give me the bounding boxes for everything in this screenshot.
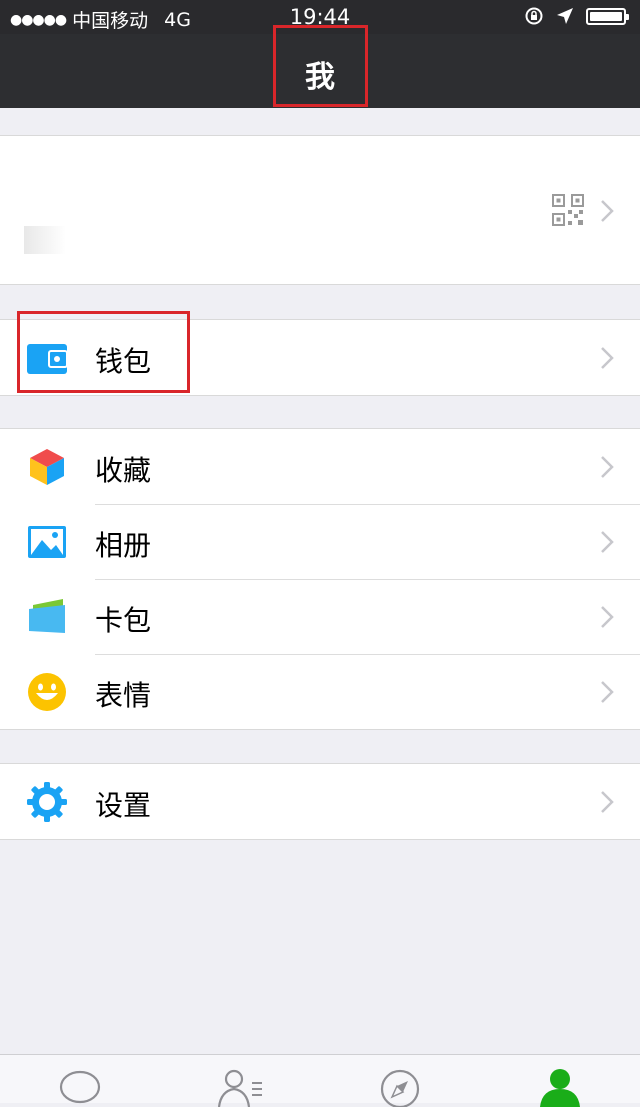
menu-label-settings: 设置	[95, 789, 152, 822]
qr-code-icon[interactable]	[552, 194, 584, 226]
title-highlight-box	[273, 25, 368, 107]
chevron-right-icon	[601, 347, 614, 369]
menu-label-album: 相册	[95, 529, 152, 562]
chevron-right-icon	[601, 531, 614, 553]
settings-card: 设置	[0, 763, 640, 840]
menu-item-cards[interactable]: 卡包	[0, 579, 640, 654]
contacts-icon[interactable]	[216, 1067, 264, 1107]
rotation-lock-icon	[525, 7, 543, 25]
chat-bubble-icon[interactable]	[56, 1067, 104, 1107]
smiley-icon	[28, 673, 66, 711]
chevron-right-icon	[601, 791, 614, 813]
album-picture-icon	[28, 526, 66, 558]
menu-label-favorites: 收藏	[95, 454, 152, 487]
person-icon[interactable]	[536, 1067, 584, 1107]
chevron-right-icon	[601, 200, 614, 222]
chevron-right-icon	[601, 681, 614, 703]
compass-icon[interactable]	[376, 1067, 424, 1107]
menu-item-favorites[interactable]: 收藏	[0, 429, 640, 504]
profile-card[interactable]	[0, 135, 640, 285]
chevron-right-icon	[601, 456, 614, 478]
menu-label-cards: 卡包	[95, 604, 152, 637]
favorites-cube-icon	[30, 449, 64, 485]
profile-info-redacted	[24, 226, 376, 254]
feature-list-card: 收藏 相册 卡包 表情	[0, 428, 640, 730]
menu-item-album[interactable]: 相册	[0, 504, 640, 579]
wallet-highlight-box	[17, 311, 190, 393]
battery-icon	[586, 7, 629, 25]
tab-bar	[0, 1054, 640, 1107]
menu-label-stickers: 表情	[95, 679, 152, 712]
menu-item-stickers[interactable]: 表情	[0, 654, 640, 729]
status-right	[524, 6, 629, 26]
card-pack-icon	[29, 599, 65, 633]
chevron-right-icon	[601, 606, 614, 628]
gear-icon	[27, 782, 67, 822]
menu-item-settings[interactable]: 设置	[0, 764, 640, 839]
location-arrow-icon	[557, 8, 573, 24]
